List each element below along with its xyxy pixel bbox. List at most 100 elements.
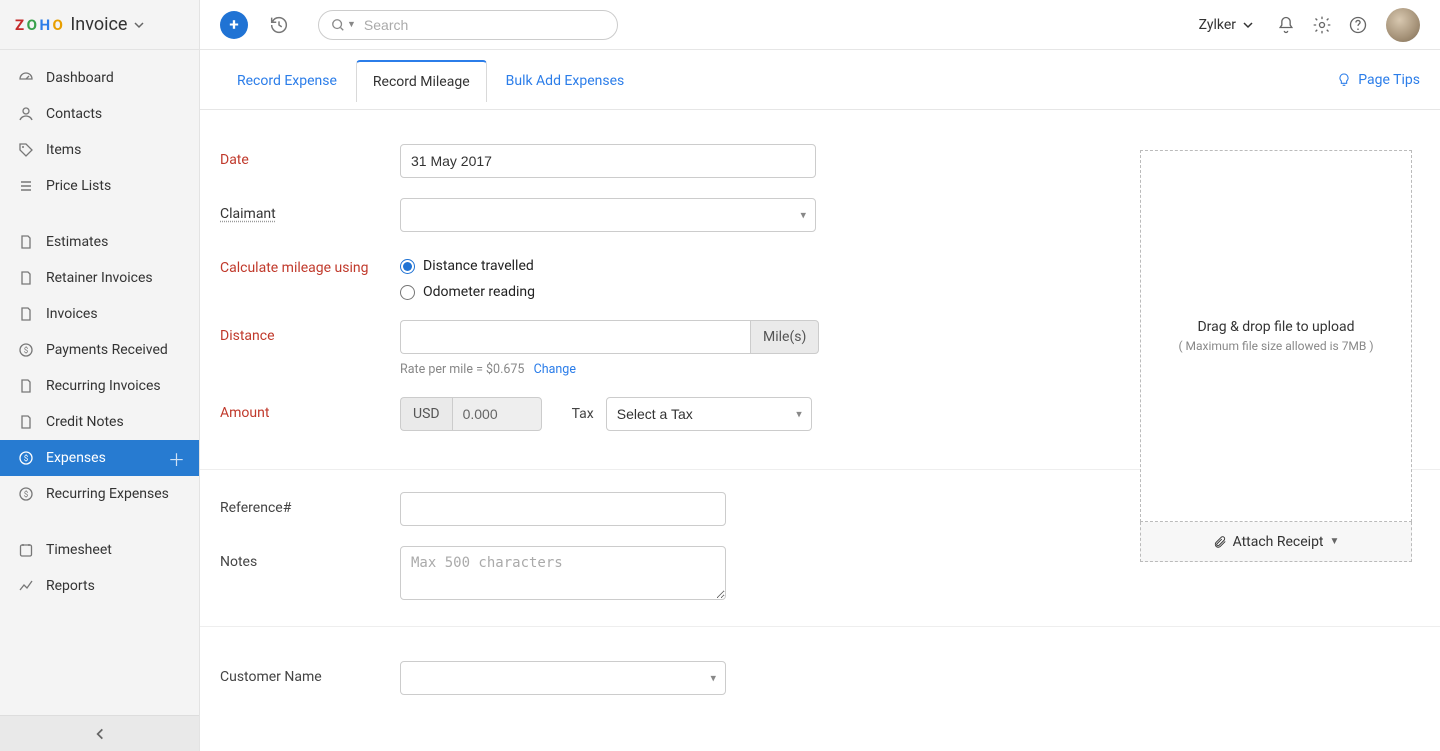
radio-distance-travelled[interactable]: Distance travelled <box>400 258 535 274</box>
search-container[interactable]: ▼ <box>318 10 618 40</box>
doc-icon <box>16 270 36 286</box>
sidebar-item-items[interactable]: Items <box>0 132 199 168</box>
radio-input[interactable] <box>400 259 415 274</box>
currency-label: USD <box>400 397 452 431</box>
sidebar-item-price-lists[interactable]: Price Lists <box>0 168 199 204</box>
dollar-icon: $ <box>16 486 36 502</box>
distance-input[interactable] <box>400 320 750 354</box>
dropzone-title: Drag & drop file to upload <box>1197 319 1354 335</box>
app-name: Invoice <box>70 14 127 35</box>
help-icon[interactable] <box>1340 9 1376 41</box>
radio-label: Distance travelled <box>423 258 534 274</box>
chevron-down-icon <box>1242 19 1254 31</box>
quick-add-button[interactable]: + <box>220 11 248 39</box>
chevron-down-icon <box>133 19 145 31</box>
radio-input[interactable] <box>400 285 415 300</box>
dropzone-subtitle: ( Maximum file size allowed is 7MB ) <box>1178 339 1373 353</box>
bell-icon[interactable] <box>1268 9 1304 41</box>
sidebar-item-label: Estimates <box>46 234 108 250</box>
radio-odometer-reading[interactable]: Odometer reading <box>400 284 535 300</box>
reference-label: Reference# <box>220 492 400 516</box>
sidebar-nav: Dashboard Contacts Items Price Lists Est… <box>0 50 199 715</box>
attach-panel: Drag & drop file to upload ( Maximum fil… <box>1140 150 1412 562</box>
list-icon <box>16 178 36 194</box>
date-label: Date <box>220 144 400 168</box>
sidebar-item-expenses[interactable]: $ Expenses ＋ <box>0 440 199 476</box>
search-mode-icon[interactable] <box>331 18 345 32</box>
customer-name-select[interactable] <box>400 661 726 695</box>
sidebar-item-label: Recurring Expenses <box>46 486 169 502</box>
doc-icon <box>16 306 36 322</box>
tax-select[interactable]: Select a Tax <box>606 397 812 431</box>
avatar[interactable] <box>1386 8 1420 42</box>
sidebar-item-retainer-invoices[interactable]: Retainer Invoices <box>0 260 199 296</box>
date-input[interactable] <box>400 144 816 178</box>
sidebar-item-label: Reports <box>46 578 95 594</box>
attach-receipt-button[interactable]: Attach Receipt ▼ <box>1140 522 1412 562</box>
gear-icon[interactable] <box>1304 9 1340 41</box>
sidebar-item-estimates[interactable]: Estimates <box>0 224 199 260</box>
rate-hint: Rate per mile = $0.675 Change <box>400 362 819 377</box>
sidebar-item-dashboard[interactable]: Dashboard <box>0 60 199 96</box>
dollar-icon: $ <box>16 450 36 466</box>
plus-icon[interactable]: ＋ <box>168 446 185 471</box>
sidebar-item-label: Items <box>46 142 81 158</box>
chevron-left-icon <box>93 727 107 741</box>
tab-record-expense[interactable]: Record Expense <box>220 60 354 101</box>
svg-text:$: $ <box>24 490 29 499</box>
tax-label: Tax <box>572 406 594 422</box>
sidebar-item-label: Expenses <box>46 450 106 466</box>
sidebar-item-reports[interactable]: Reports <box>0 568 199 604</box>
org-name: Zylker <box>1199 17 1236 33</box>
clock-icon <box>16 542 36 558</box>
org-switcher[interactable]: Zylker <box>1199 17 1254 33</box>
sidebar-item-label: Recurring Invoices <box>46 378 161 394</box>
tab-bulk-add-expenses[interactable]: Bulk Add Expenses <box>489 60 642 101</box>
sidebar-item-recurring-invoices[interactable]: Recurring Invoices <box>0 368 199 404</box>
distance-label: Distance <box>220 320 400 344</box>
claimant-select[interactable] <box>400 198 816 232</box>
sidebar-item-label: Contacts <box>46 106 102 122</box>
tab-record-mileage[interactable]: Record Mileage <box>356 60 487 102</box>
chevron-down-icon: ▼ <box>347 19 356 30</box>
sidebar: ZOHO Invoice Dashboard Contacts Items Pr… <box>0 0 200 751</box>
history-icon[interactable] <box>268 14 290 36</box>
paperclip-icon <box>1213 535 1227 549</box>
doc-icon <box>16 414 36 430</box>
dropzone[interactable]: Drag & drop file to upload ( Maximum fil… <box>1140 150 1412 522</box>
notes-textarea[interactable] <box>400 546 726 600</box>
topbar: + ▼ Zylker <box>200 0 1440 50</box>
sidebar-item-label: Invoices <box>46 306 98 322</box>
change-rate-link[interactable]: Change <box>534 362 576 377</box>
svg-text:$: $ <box>24 346 29 355</box>
sidebar-item-timesheet[interactable]: Timesheet <box>0 532 199 568</box>
brand[interactable]: ZOHO Invoice <box>0 0 199 50</box>
reference-input[interactable] <box>400 492 726 526</box>
notes-label: Notes <box>220 546 400 570</box>
amount-label: Amount <box>220 397 400 421</box>
collapse-sidebar-button[interactable] <box>0 715 199 751</box>
sidebar-item-label: Dashboard <box>46 70 114 86</box>
gauge-icon <box>16 70 36 86</box>
doc-icon <box>16 234 36 250</box>
claimant-label: Claimant <box>220 198 400 222</box>
doc-icon <box>16 378 36 394</box>
page-tips-link[interactable]: Page Tips <box>1336 72 1420 88</box>
page-tips-label: Page Tips <box>1358 72 1420 88</box>
sidebar-item-label: Price Lists <box>46 178 111 194</box>
sidebar-item-recurring-expenses[interactable]: $ Recurring Expenses <box>0 476 199 512</box>
sidebar-item-contacts[interactable]: Contacts <box>0 96 199 132</box>
main: Record Expense Record Mileage Bulk Add E… <box>200 50 1440 751</box>
user-icon <box>16 106 36 122</box>
sidebar-item-credit-notes[interactable]: Credit Notes <box>0 404 199 440</box>
sidebar-item-label: Credit Notes <box>46 414 124 430</box>
sidebar-item-payments-received[interactable]: $ Payments Received <box>0 332 199 368</box>
search-input[interactable] <box>364 17 605 33</box>
sidebar-item-label: Retainer Invoices <box>46 270 153 286</box>
attach-receipt-label: Attach Receipt <box>1233 534 1324 550</box>
bulb-icon <box>1336 72 1352 88</box>
chart-icon <box>16 578 36 594</box>
sidebar-item-label: Payments Received <box>46 342 168 358</box>
zoho-logo: ZOHO <box>14 16 64 34</box>
sidebar-item-invoices[interactable]: Invoices <box>0 296 199 332</box>
